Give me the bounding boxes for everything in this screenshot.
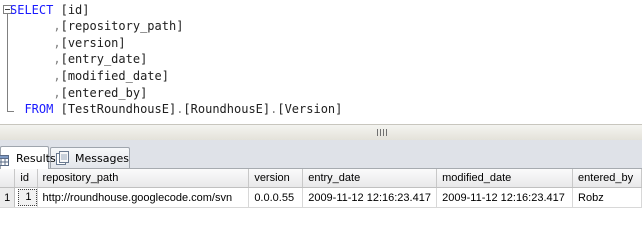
- code-line[interactable]: ,[entry_date]: [10, 51, 147, 67]
- cell-id[interactable]: 1: [14, 187, 38, 208]
- sql-punctuation: ,: [53, 69, 61, 83]
- column-header[interactable]: entered_by: [572, 169, 642, 188]
- row-header-corner[interactable]: [0, 169, 16, 188]
- cell-version[interactable]: 0.0.0.55: [248, 187, 304, 208]
- table-row[interactable]: 1 1 http://roundhouse.googlecode.com/svn…: [0, 187, 642, 208]
- column-header[interactable]: modified_date: [436, 169, 574, 188]
- code-line[interactable]: ,[version]: [10, 35, 126, 51]
- sql-punctuation: ,: [53, 52, 61, 66]
- tab-messages[interactable]: Messages: [50, 147, 130, 168]
- sql-identifier: [10, 69, 53, 83]
- sql-punctuation: ,: [53, 19, 61, 33]
- sql-identifier: [Version]: [277, 102, 343, 116]
- results-grid[interactable]: id repository_path version entry_date mo…: [0, 169, 642, 237]
- selected-cell[interactable]: 1: [18, 189, 37, 206]
- code-line[interactable]: SELECT [id]: [10, 2, 90, 18]
- sql-identifier: [repository_path]: [60, 19, 184, 33]
- sql-keyword: FROM: [10, 102, 54, 116]
- results-tab-strip: Results Messages: [0, 140, 642, 169]
- sql-identifier: [10, 19, 53, 33]
- outline-guide-line: [7, 14, 8, 112]
- tab-results[interactable]: Results: [0, 146, 56, 169]
- messages-icon: [55, 151, 71, 165]
- grid-icon: [0, 153, 9, 166]
- code-line[interactable]: FROM [TestRoundhousE].[RoundhousE].[Vers…: [10, 101, 342, 117]
- sql-identifier: [10, 52, 53, 66]
- sql-identifier: [version]: [60, 36, 126, 50]
- sql-identifier: [53, 3, 60, 17]
- row-number[interactable]: 1: [0, 187, 16, 208]
- sql-punctuation: ,: [53, 86, 61, 100]
- results-table: id repository_path version entry_date mo…: [0, 169, 642, 208]
- tab-results-label: Results: [16, 151, 56, 165]
- pane-splitter[interactable]: [0, 124, 642, 140]
- sql-identifier: [entry_date]: [60, 52, 148, 66]
- sql-identifier: [10, 36, 53, 50]
- splitter-grip-icon[interactable]: [377, 129, 387, 136]
- sql-keyword: SELECT: [10, 3, 54, 17]
- column-header[interactable]: id: [14, 169, 38, 188]
- sql-identifier: [TestRoundhousE]: [60, 102, 177, 116]
- tab-messages-label: Messages: [75, 151, 129, 165]
- sql-identifier: [10, 86, 53, 100]
- column-header[interactable]: version: [248, 169, 304, 188]
- sql-punctuation: ,: [53, 36, 61, 50]
- sql-identifier: [id]: [60, 3, 90, 17]
- cell-repository-path[interactable]: http://roundhouse.googlecode.com/svn: [37, 187, 250, 208]
- sql-identifier: [RoundhousE]: [183, 102, 271, 116]
- cell-entry-date[interactable]: 2009-11-12 12:16:23.417: [302, 187, 438, 208]
- code-line[interactable]: ,[modified_date]: [10, 68, 169, 84]
- column-header[interactable]: repository_path: [37, 169, 250, 188]
- cell-entered-by[interactable]: Robz: [572, 187, 642, 208]
- code-line[interactable]: ,[repository_path]: [10, 18, 183, 34]
- sql-identifier: [modified_date]: [60, 69, 169, 83]
- sql-identifier: [entered_by]: [60, 86, 148, 100]
- column-header[interactable]: entry_date: [302, 169, 438, 188]
- code-line[interactable]: ,[entered_by]: [10, 85, 147, 101]
- cell-modified-date[interactable]: 2009-11-12 12:16:23.417: [436, 187, 574, 208]
- header-row: id repository_path version entry_date mo…: [0, 169, 642, 188]
- sql-editor[interactable]: SELECT [id] ,[repository_path] ,[version…: [0, 0, 642, 124]
- sql-identifier: [53, 102, 60, 116]
